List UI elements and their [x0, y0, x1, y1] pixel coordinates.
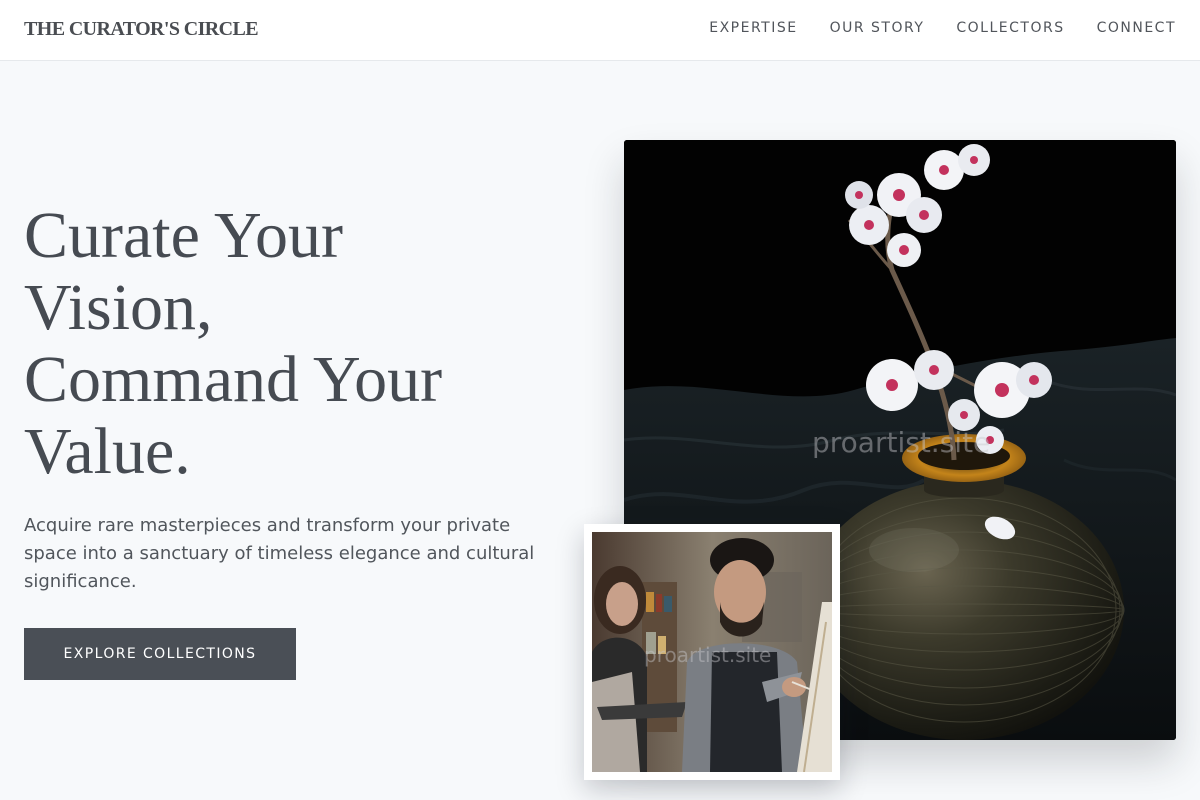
main-nav: EXPERTISE OUR STORY COLLECTORS CONNECT [709, 20, 1176, 36]
main-image-watermark: proartist.site [812, 426, 990, 459]
explore-collections-button[interactable]: EXPLORE COLLECTIONS [24, 628, 296, 680]
nav-link-collectors[interactable]: COLLECTORS [956, 20, 1064, 36]
hero-title-line: Curate Your [24, 199, 344, 272]
hero-title-line: Command Your [24, 343, 443, 416]
secondary-image-watermark: proartist.site [644, 643, 771, 667]
hero-subtitle: Acquire rare masterpieces and transform … [24, 515, 535, 592]
hero-title: Curate Your Vision, Command Your Value. [24, 200, 544, 488]
painters-photo-card: proartist.site [584, 524, 840, 780]
hero-title-line: Vision, [24, 271, 213, 344]
nav-link-expertise[interactable]: EXPERTISE [709, 20, 797, 36]
hero-title-line: Value. [24, 415, 191, 488]
nav-link-our-story[interactable]: OUR STORY [830, 20, 925, 36]
top-navbar: THE CURATOR'S CIRCLE EXPERTISE OUR STORY… [0, 0, 1200, 61]
nav-link-connect[interactable]: CONNECT [1097, 20, 1176, 36]
brand-logo[interactable]: THE CURATOR'S CIRCLE [24, 18, 259, 41]
painters-photo: proartist.site [592, 532, 832, 772]
